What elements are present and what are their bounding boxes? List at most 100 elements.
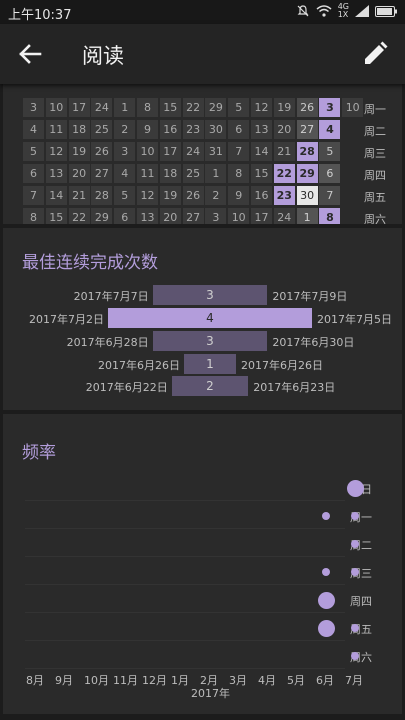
battery-icon — [375, 5, 397, 17]
heatmap-cell: 12 — [45, 142, 67, 161]
heatmap-cell: 3 — [319, 98, 341, 117]
heatmap-cell: 22 — [273, 164, 295, 183]
signal-label: 4G 1X — [337, 2, 349, 19]
heatmap-cell: 18 — [159, 164, 181, 183]
streaks-title: 最佳连续完成次数 — [22, 253, 158, 273]
frequency-month-label: 9月 — [55, 674, 73, 687]
frequency-month-label: 8月 — [26, 674, 44, 687]
frequency-gridline — [25, 640, 345, 641]
heatmap-cell: 13 — [45, 164, 67, 183]
streak-end-date: 2017年7月9日 — [272, 290, 348, 303]
frequency-dot — [351, 624, 359, 632]
streak-end-date: 2017年6月26日 — [241, 359, 323, 372]
frequency-gridline — [25, 612, 345, 613]
heatmap-cell: 10 — [137, 142, 158, 161]
heatmap-cell: 4 — [319, 120, 341, 139]
streak-end-date: 2017年6月30日 — [272, 336, 355, 349]
heatmap-cell: 29 — [91, 208, 113, 224]
heatmap-cell: 10 — [45, 98, 67, 117]
heatmap-cell: 15 — [45, 208, 67, 224]
heatmap-cell: 19 — [68, 142, 90, 161]
heatmap-cell: 10 — [228, 208, 250, 224]
frequency-dot — [351, 512, 359, 520]
heatmap-cell: 13 — [137, 208, 158, 224]
heatmap-cell: 5 — [23, 142, 44, 161]
heatmap-cell: 27 — [296, 120, 318, 139]
heatmap-cell: 7 — [228, 142, 250, 161]
wifi-icon — [316, 5, 332, 17]
heatmap-cell: 10 — [342, 98, 364, 117]
heatmap-cell: 8 — [137, 98, 158, 117]
heatmap-cell: 30 — [205, 120, 227, 139]
heatmap-day-label: 周四 — [364, 169, 386, 182]
best-streaks-card: 最佳连续完成次数 2017年7月7日 3 2017年7月9日 2017年7月2日 4 20… — [3, 228, 402, 410]
arrow-left-icon[interactable] — [14, 38, 46, 70]
frequency-month-label: 11月 — [113, 674, 138, 687]
heatmap-cell: 23 — [182, 120, 204, 139]
pencil-icon[interactable] — [361, 40, 389, 68]
heatmap-cell: 24 — [273, 208, 295, 224]
frequency-month-label: 12月 — [142, 674, 167, 687]
heatmap-cell: 22 — [182, 98, 204, 117]
heatmap-cell: 5 — [319, 142, 341, 161]
frequency-month-label: 3月 — [229, 674, 247, 687]
streak-bar: 4 — [108, 308, 312, 328]
frequency-month-label: 1月 — [171, 674, 189, 687]
heatmap-cell: 6 — [319, 164, 341, 183]
streak-bar: 3 — [152, 331, 268, 351]
heatmap-cell: 28 — [296, 142, 318, 161]
frequency-dot — [351, 568, 359, 576]
heatmap-cell: 8 — [228, 164, 250, 183]
heatmap-cell: 27 — [91, 164, 113, 183]
heatmap-cell: 4 — [23, 120, 44, 139]
frequency-dot — [322, 568, 330, 576]
heatmap-cell: 17 — [159, 142, 181, 161]
heatmap-cell: 4 — [114, 164, 136, 183]
streak-bar: 1 — [184, 354, 236, 374]
heatmap-cell: 14 — [251, 142, 272, 161]
heatmap-cell: 13 — [251, 120, 272, 139]
heatmap-cell: 3 — [205, 208, 227, 224]
heatmap-cell: 18 — [68, 120, 90, 139]
heatmap-cell: 22 — [68, 208, 90, 224]
frequency-dot — [351, 540, 359, 548]
heatmap-cell: 28 — [91, 186, 113, 205]
frequency-month-label: 10月 — [84, 674, 109, 687]
streak-row: 2017年7月7日 3 2017年7月9日 — [3, 285, 402, 305]
heatmap-cell: 7 — [319, 186, 341, 205]
heatmap-cell: 2 — [205, 186, 227, 205]
streak-start-date: 2017年7月2日 — [29, 313, 104, 326]
streak-row: 2017年6月22日 2 2017年6月23日 — [3, 376, 402, 396]
heatmap-cell: 15 — [159, 98, 181, 117]
heatmap-cell: 3 — [23, 98, 44, 117]
frequency-card: 频率 周日周一周二周三周四周五周六8月9月10月11月12月1月2月3月4月5月… — [3, 414, 402, 714]
heatmap-cell: 21 — [68, 186, 90, 205]
frequency-dot — [317, 619, 335, 637]
heatmap-cell: 29 — [296, 164, 318, 183]
heatmap-cell: 8 — [319, 208, 341, 224]
streak-bar: 3 — [152, 285, 268, 305]
heatmap-day-label: 周一 — [364, 103, 386, 116]
frequency-dot — [346, 479, 364, 497]
heatmap-cell: 15 — [251, 164, 272, 183]
streak-end-date: 2017年7月5日 — [317, 313, 392, 326]
heatmap-cell: 26 — [296, 98, 318, 117]
history-heatmap: 3 10 17 24 1 8 15 22 29 5 12 19 26 3 10 4 11 18 25 2 9 16 23 30… — [3, 84, 402, 224]
heatmap-cell: 31 — [205, 142, 227, 161]
heatmap-cell: 26 — [91, 142, 113, 161]
heatmap-cell: 3 — [114, 142, 136, 161]
heatmap-cell: 27 — [182, 208, 204, 224]
heatmap-cell: 20 — [68, 164, 90, 183]
heatmap-cell: 1 — [114, 98, 136, 117]
heatmap-day-label: 周三 — [364, 147, 386, 160]
heatmap-cell: 17 — [251, 208, 272, 224]
heatmap-cell: 7 — [23, 186, 44, 205]
heatmap-cell: 2 — [114, 120, 136, 139]
heatmap-cell: 23 — [273, 186, 295, 205]
heatmap-cell: 16 — [251, 186, 272, 205]
frequency-gridline — [25, 500, 345, 501]
heatmap-cell: 9 — [228, 186, 250, 205]
heatmap-cell: 24 — [182, 142, 204, 161]
heatmap-cell: 25 — [182, 164, 204, 183]
frequency-month-label: 4月 — [258, 674, 276, 687]
